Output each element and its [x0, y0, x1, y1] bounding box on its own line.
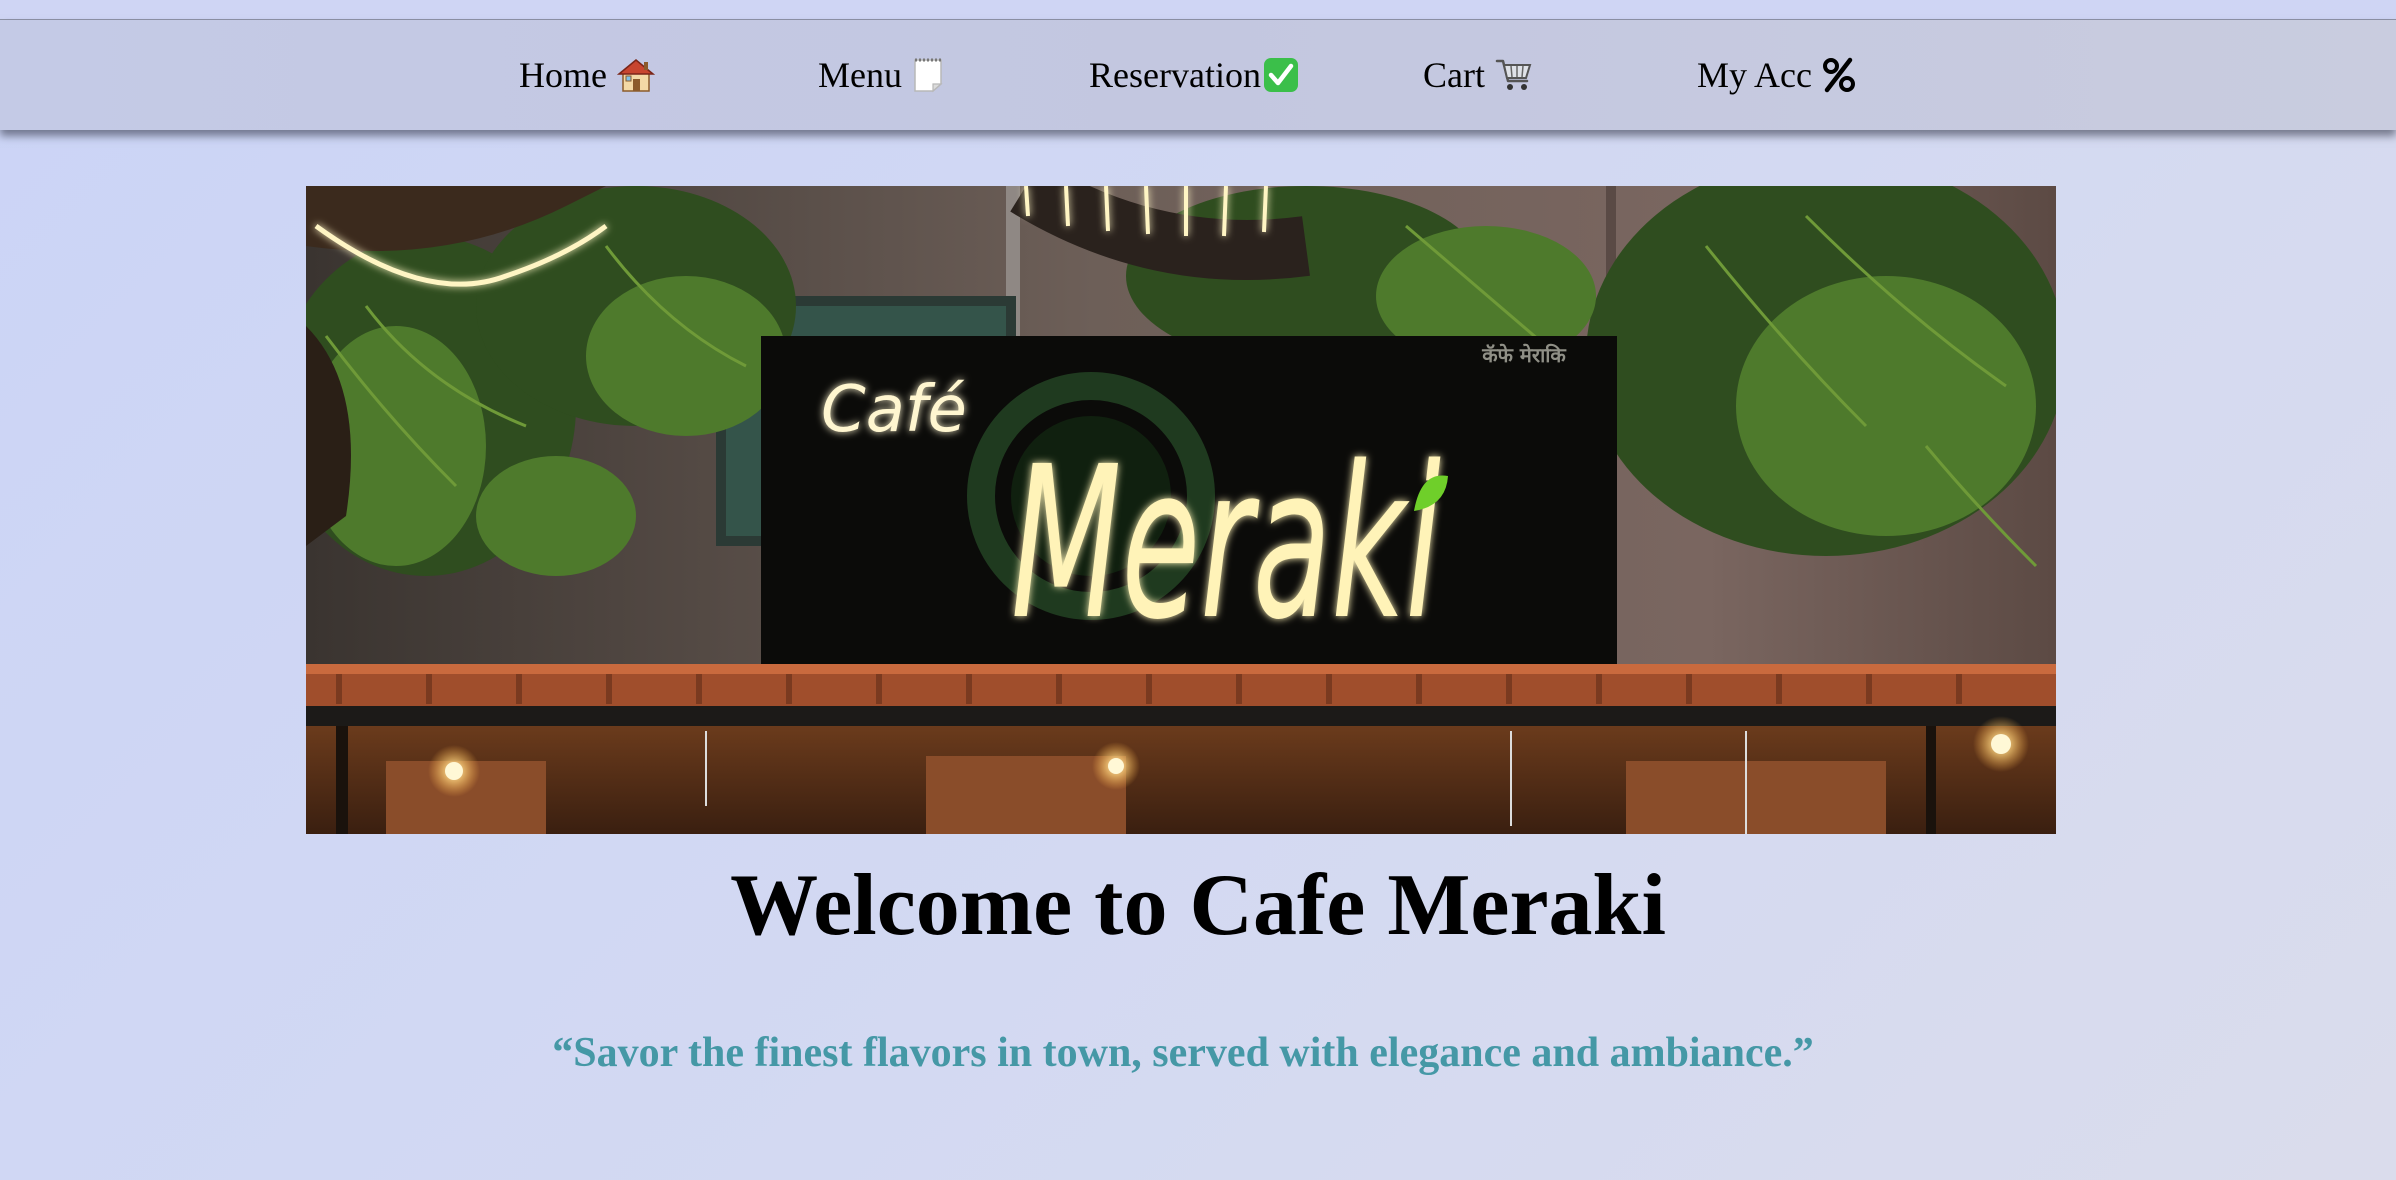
check-mark-icon [1263, 57, 1299, 93]
nav-reservation-label: Reservation [1089, 55, 1261, 95]
percent-icon [1822, 57, 1856, 93]
navigation-bar: Home Menu Reservation Cart My Acc [0, 20, 2396, 130]
sign-cafe-text: Café [821, 373, 967, 447]
browser-top-edge [0, 0, 2396, 20]
house-icon [616, 57, 655, 93]
nav-home-label: Home [519, 55, 607, 95]
notepad-icon [912, 57, 944, 93]
nav-cart-link[interactable]: Cart [1423, 20, 1533, 130]
nav-account-link[interactable]: My Acc [1697, 20, 1856, 130]
sign-meraki-text: Meraki [1011, 421, 1441, 666]
welcome-tagline: “Savor the finest flavors in town, serve… [552, 1030, 1814, 1076]
shopping-cart-icon [1495, 57, 1533, 93]
sign-devanagari-text: कॅफे मेराकि [1481, 343, 1567, 367]
nav-cart-label: Cart [1423, 55, 1485, 95]
nav-account-label: My Acc [1697, 55, 1812, 95]
hero-cafe-sign-image: कॅफे मेराकि Café Meraki [306, 186, 2056, 834]
welcome-heading: Welcome to Cafe Meraki [730, 857, 1666, 954]
nav-reservation-link[interactable]: Reservation [1089, 20, 1299, 130]
nav-menu-link[interactable]: Menu [818, 20, 944, 130]
nav-home-link[interactable]: Home [519, 20, 655, 130]
nav-menu-label: Menu [818, 55, 902, 95]
